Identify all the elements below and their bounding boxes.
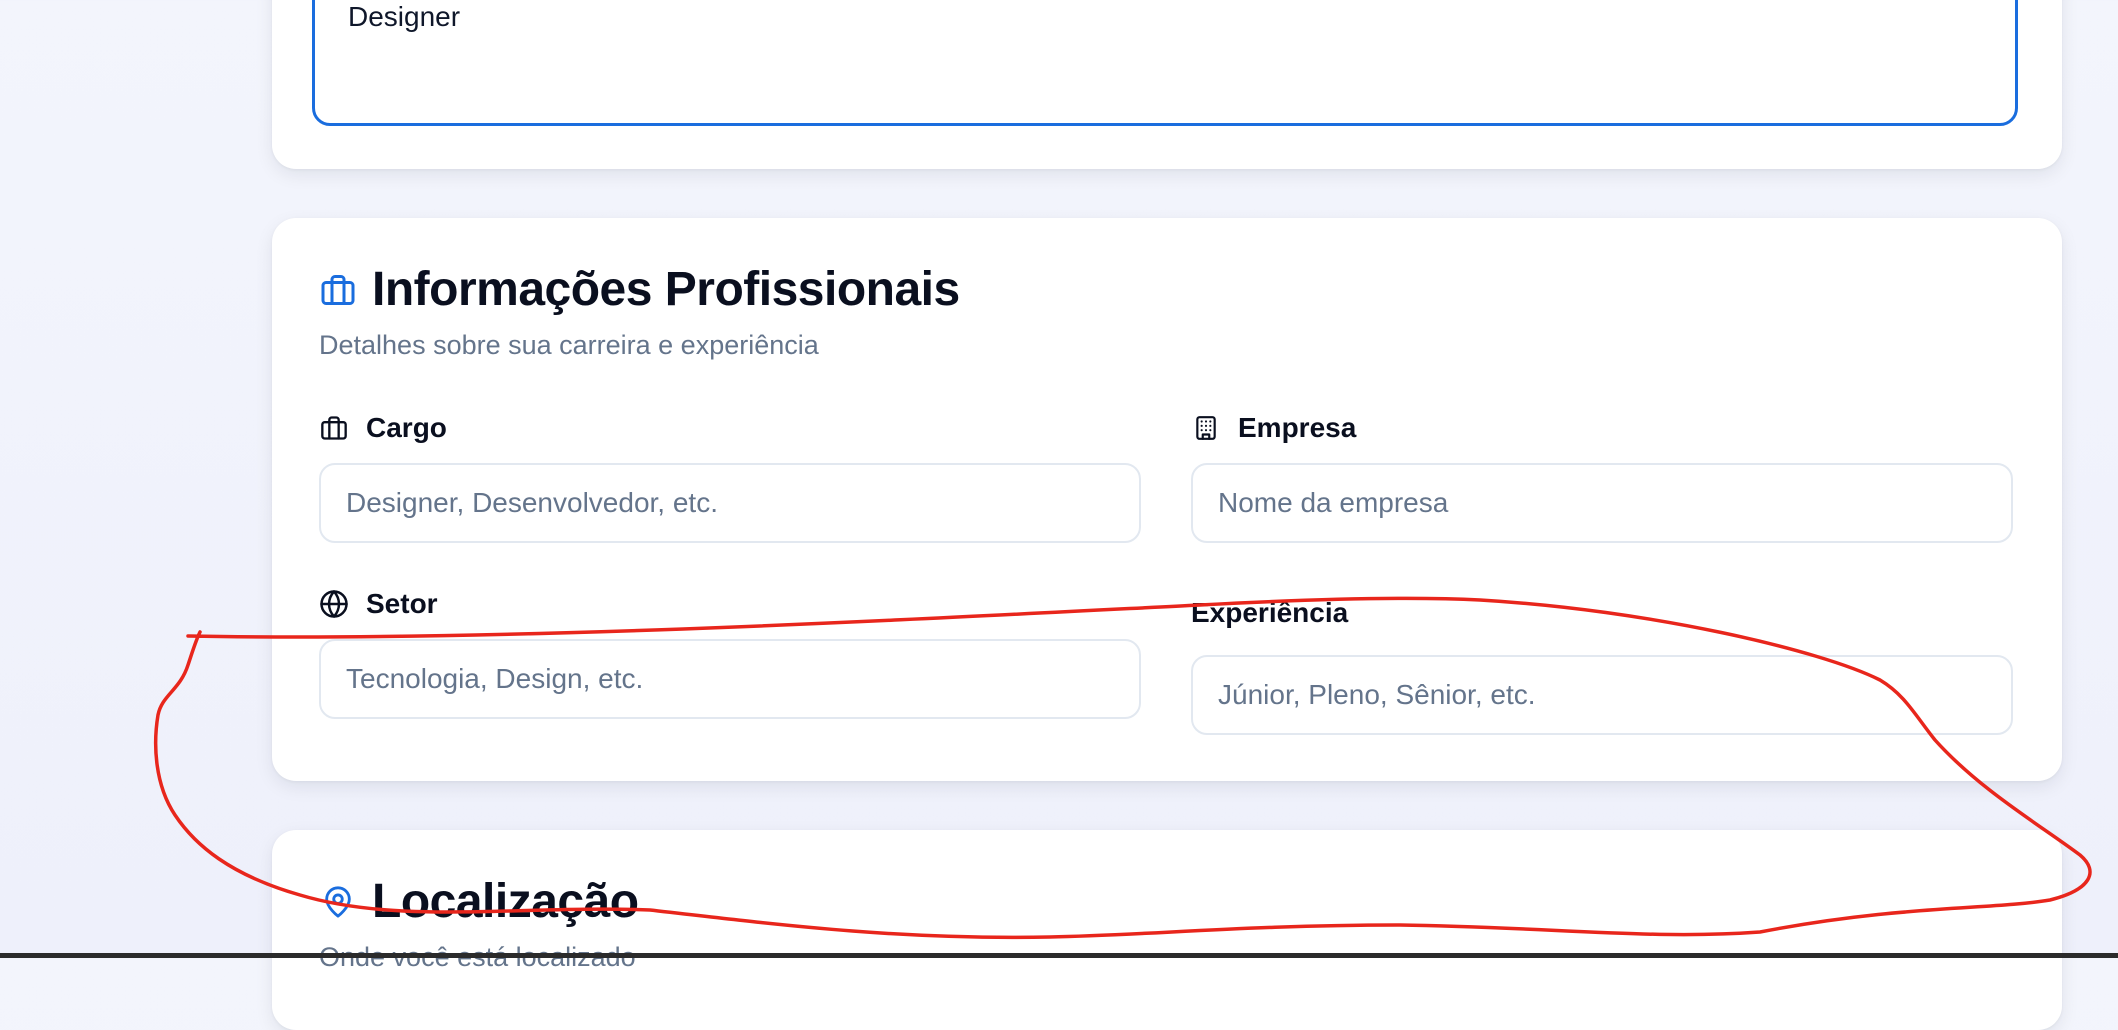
briefcase-icon: [318, 270, 358, 310]
empresa-label-text: Empresa: [1238, 412, 1357, 443]
setor-label: Setor: [318, 588, 438, 620]
location-card: Localização Onde você está localizado: [272, 830, 2062, 1030]
setor-label-text: Setor: [366, 588, 438, 619]
cargo-label: Cargo: [318, 412, 447, 444]
cargo-input[interactable]: Designer, Desenvolvedor, etc.: [319, 463, 1141, 543]
map-pin-icon: [318, 882, 358, 922]
cargo-placeholder: Designer, Desenvolvedor, etc.: [346, 487, 718, 518]
bio-textarea[interactable]: Designer: [312, 0, 2018, 126]
professional-header: Informações Profissionais: [318, 262, 960, 318]
experiencia-label-text: Experiência: [1191, 597, 1349, 628]
location-header: Localização: [318, 874, 639, 930]
cargo-label-text: Cargo: [366, 412, 447, 443]
bio-card: Designer: [272, 0, 2062, 169]
bio-text: Designer: [348, 1, 461, 32]
setor-input[interactable]: Tecnologia, Design, etc.: [319, 639, 1141, 719]
globe-icon: [318, 588, 350, 620]
empresa-input[interactable]: Nome da empresa: [1191, 463, 2013, 543]
empresa-label: Empresa: [1190, 412, 1356, 444]
professional-info-card: Informações Profissionais Detalhes sobre…: [272, 218, 2062, 781]
experiencia-input[interactable]: Júnior, Pleno, Sênior, etc.: [1191, 655, 2013, 735]
building-icon: [1190, 412, 1222, 444]
experiencia-label: Experiência: [1191, 597, 1348, 629]
setor-placeholder: Tecnologia, Design, etc.: [346, 663, 644, 694]
window-bottom-edge: [0, 953, 2118, 958]
briefcase-icon: [318, 412, 350, 444]
section-title: Localização: [372, 875, 639, 928]
section-title: Informações Profissionais: [372, 263, 960, 316]
experiencia-placeholder: Júnior, Pleno, Sênior, etc.: [1218, 679, 1536, 710]
empresa-placeholder: Nome da empresa: [1218, 487, 1449, 518]
section-subtitle: Detalhes sobre sua carreira e experiênci…: [319, 330, 819, 360]
